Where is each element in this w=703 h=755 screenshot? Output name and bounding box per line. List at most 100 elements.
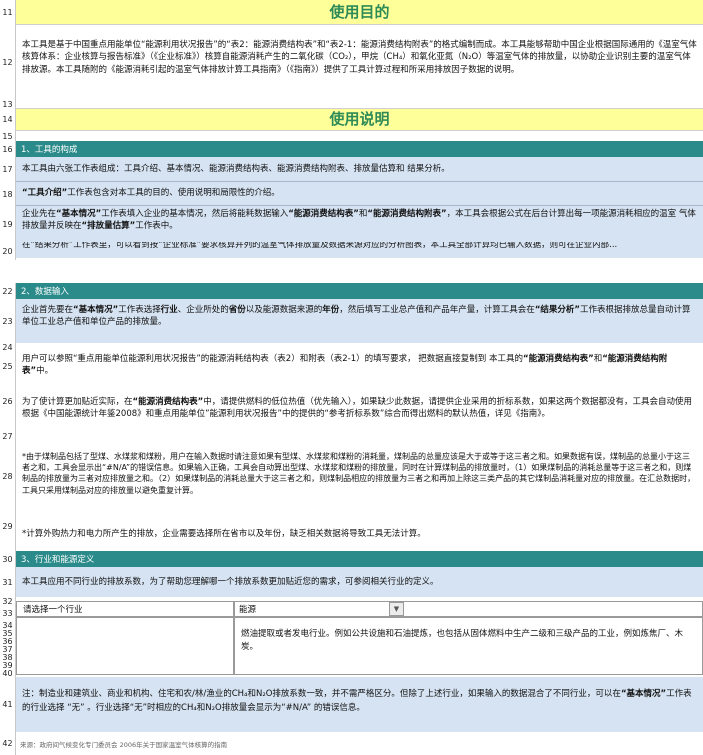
s2-row-electricity[interactable]: *计算外购热力和电力所产生的排放，企业需要选择所在省市以及年份，缺乏相关数据将导…: [16, 517, 703, 551]
s1-row-composition[interactable]: 本工具由六张工作表组成：工具介绍、基本情况、能源消费结构表、能源消费结构附表、排…: [16, 157, 703, 182]
text-span: 为了使计算更加贴近实际，在: [22, 397, 133, 407]
text-span: 注：制造业和建筑业、商业和机构、住宅和农/林/渔业的CH₄和N₂O排放系数一致，…: [22, 689, 621, 699]
row-header[interactable]: 27: [0, 421, 16, 451]
usage-title-row[interactable]: 使用说明: [16, 108, 703, 131]
s2-copy-text: 用户可以参照“重点用能单位能源利用状况报告”的能源消耗结构表（表2）和附表（表2…: [16, 351, 703, 380]
row-header[interactable]: 22: [0, 283, 16, 299]
bold-term: “能源消费结构表”: [288, 209, 359, 219]
industry-select[interactable]: 能源: [234, 601, 703, 617]
s3-intro-text: 本工具应用不同行业的排放系数，为了帮助您理解哪一个排放系数更加贴近您的需求，可参…: [22, 576, 439, 587]
blank-cell[interactable]: [16, 343, 703, 351]
bold-term: 行业: [160, 305, 178, 315]
row-header[interactable]: 16: [0, 141, 16, 157]
bold-term: “能源消费结构附表”: [367, 209, 447, 219]
text-span: 中。: [36, 366, 54, 377]
s1-results-text: 在“结果分析”工作表里，可以看到按“企业标准”要求核算并列的温室气体排放量及数据…: [22, 242, 618, 250]
s2-row-copy[interactable]: 用户可以参照“重点用能单位能源利用状况报告”的能源消耗结构表（表2）和附表（表2…: [16, 351, 703, 391]
dropdown-arrow-glyph: ▼: [393, 605, 400, 613]
s1-intro-text: “工具介绍”工作表包含对本工具的目的、使用说明和局限性的介绍。: [16, 185, 286, 201]
bold-term: “能源消费结构表”: [523, 354, 594, 364]
row-header[interactable]: 32: [0, 597, 16, 606]
row-header[interactable]: 40: [0, 669, 16, 678]
row-header[interactable]: 23: [0, 299, 16, 343]
s3-row-intro[interactable]: 本工具应用不同行业的排放系数，为了帮助您理解哪一个排放系数更加贴近您的需求，可参…: [16, 567, 703, 597]
bold-term: 年份: [322, 305, 340, 315]
row-header[interactable]: 15: [0, 131, 16, 141]
bold-term: “基本情况”: [73, 305, 119, 315]
text-span: 用户可以参照“重点用能单位能源利用状况报告”的能源消耗结构表（表2）和附表（表2…: [22, 354, 524, 364]
text-span: 工作表包含对本工具的目的、使用说明和局限性的介绍。: [67, 188, 280, 199]
purpose-title: 使用目的: [329, 2, 390, 21]
purpose-text-cell[interactable]: 本工具是基于中国重点用能单位“能源利用状况报告”的“表2：能源消费结构表”和“表…: [16, 25, 703, 100]
industry-select-label-cell: 请选择一个行业: [16, 601, 234, 617]
section-3-title: 3、行业和能源定义: [21, 555, 95, 565]
s2-heatvalue-text: 为了使计算更加贴近实际，在“能源消费结构表”中，请提供燃料的低位热值（优先输入）…: [16, 394, 703, 423]
s3-note-text: 注：制造业和建筑业、商业和机构、住宅和农/林/渔业的CH₄和N₂O排放系数一致，…: [16, 685, 703, 718]
row-header[interactable]: 31: [0, 567, 16, 597]
industry-select-label: 请选择一个行业: [23, 605, 83, 615]
row-header[interactable]: 18: [0, 182, 16, 206]
section-1-title: 1、工具的构成: [21, 145, 78, 155]
row-header[interactable]: 42: [0, 732, 16, 755]
s2-coal-text: *由于煤制品包括了型煤、水煤浆和煤粉，用户在输入数据时请注意如果有型煤、水煤浆和…: [22, 452, 696, 495]
bold-term: “能源消费结构表”: [132, 397, 204, 407]
section-2-title: 2、数据输入: [21, 287, 69, 297]
section-3-header[interactable]: 3、行业和能源定义: [16, 551, 703, 567]
spreadsheet: 11 12 13 14 15 16 17 18 19 20 22 23 24 2…: [0, 0, 703, 755]
s3-row-note[interactable]: 注：制造业和建筑业、商业和机构、住宅和农/林/渔业的CH₄和N₂O排放系数一致，…: [16, 677, 703, 732]
blank-cell[interactable]: [16, 260, 703, 283]
source-row[interactable]: 来源：政府间气候变化专门委员会 2006年关于国家温室气体核算的指南: [16, 732, 703, 755]
row-header[interactable]: 33: [0, 605, 16, 621]
text-span: 工作表中。: [135, 221, 178, 232]
row-header[interactable]: 25: [0, 351, 16, 381]
bold-term: “基本情况”: [620, 689, 667, 699]
row-header[interactable]: 30: [0, 551, 16, 567]
row-header[interactable]: 13: [0, 100, 16, 109]
s1-workflow-text: 企业先在“基本情况”工作表填入企业的基本情况，然后将能耗数据输入“能源消费结构表…: [16, 206, 703, 235]
bold-term: “结果分析”: [534, 305, 580, 315]
s2-basic-text: 企业首先要在“基本情况”工作表选择行业、企业所处的省份以及能源数据来源的年份，然…: [16, 299, 703, 331]
row-header[interactable]: 28: [0, 451, 16, 501]
text-span: 工作表填入企业的基本情况，然后将能耗数据输入: [101, 209, 289, 219]
industry-select-value: 能源: [239, 605, 257, 615]
s2-row-coal[interactable]: *由于煤制品包括了型煤、水煤浆和煤粉，用户在输入数据时请注意如果有型煤、水煤浆和…: [16, 449, 703, 517]
row-header[interactable]: 19: [0, 206, 16, 242]
bold-term: “基本情况”: [56, 209, 102, 219]
s2-electricity-text: *计算外购热力和电力所产生的排放，企业需要选择所在省市以及年份，缺乏相关数据将导…: [22, 528, 426, 539]
industry-definition: 燃油提取或者发电行业。例如公共设施和石油提炼，也包括从固体燃料中生产二级和三级产…: [241, 629, 684, 652]
usage-title: 使用说明: [329, 110, 390, 128]
s2-row-heatvalue[interactable]: 为了使计算更加贴近实际，在“能源消费结构表”中，请提供燃料的低位热值（优先输入）…: [16, 394, 703, 444]
row-header[interactable]: 12: [0, 25, 16, 100]
text-span: 企业先在: [22, 209, 57, 219]
s2-row-basic[interactable]: 企业首先要在“基本情况”工作表选择行业、企业所处的省份以及能源数据来源的年份，然…: [16, 299, 703, 343]
text-span: 工作表选择: [118, 305, 161, 315]
chevron-down-icon[interactable]: ▼: [389, 602, 404, 616]
bold-term: “排放量估算”: [81, 221, 136, 232]
s1-composition-text: 本工具由六张工作表组成：工具介绍、基本情况、能源消费结构表、能源消费结构附表、排…: [22, 163, 450, 174]
row-header[interactable]: 11: [0, 0, 16, 25]
text-span: ，然后填写工业总产值和产品年产量，计算工具会在: [339, 305, 535, 315]
text-span: 和: [593, 354, 603, 364]
s1-row-results[interactable]: 在“结果分析”工作表里，可以看到按“企业标准”要求核算并列的温室气体排放量及数据…: [16, 242, 703, 260]
text-span: 、企业所处的: [177, 305, 229, 315]
industry-definition-cell[interactable]: 燃油提取或者发电行业。例如公共设施和石油提炼，也包括从固体燃料中生产二级和三级产…: [234, 617, 703, 675]
text-span: 以及能源数据来源的: [245, 305, 323, 315]
row-header[interactable]: 20: [0, 242, 16, 260]
blank-cell[interactable]: [16, 100, 703, 108]
row-header[interactable]: 24: [0, 343, 16, 352]
row-header[interactable]: 17: [0, 157, 16, 182]
row-header[interactable]: 29: [0, 501, 16, 551]
section-2-header[interactable]: 2、数据输入: [16, 283, 703, 299]
row-header[interactable]: 26: [0, 381, 16, 421]
row-header[interactable]: 41: [0, 677, 16, 732]
purpose-text: 本工具是基于中国重点用能单位“能源利用状况报告”的“表2：能源消费结构表”和“表…: [22, 40, 697, 75]
section-1-header[interactable]: 1、工具的构成: [16, 141, 703, 157]
row-header[interactable]: 14: [0, 108, 16, 131]
s1-row-workflow[interactable]: 企业先在“基本情况”工作表填入企业的基本情况，然后将能耗数据输入“能源消费结构表…: [16, 206, 703, 242]
purpose-title-row[interactable]: 使用目的: [16, 0, 703, 25]
text-span: 企业首先要在: [22, 305, 74, 315]
bold-term: 省份: [228, 305, 246, 315]
s1-row-intro[interactable]: “工具介绍”工作表包含对本工具的目的、使用说明和局限性的介绍。: [16, 182, 703, 206]
blank-cell[interactable]: [16, 617, 234, 675]
blank-cell[interactable]: [16, 131, 703, 141]
